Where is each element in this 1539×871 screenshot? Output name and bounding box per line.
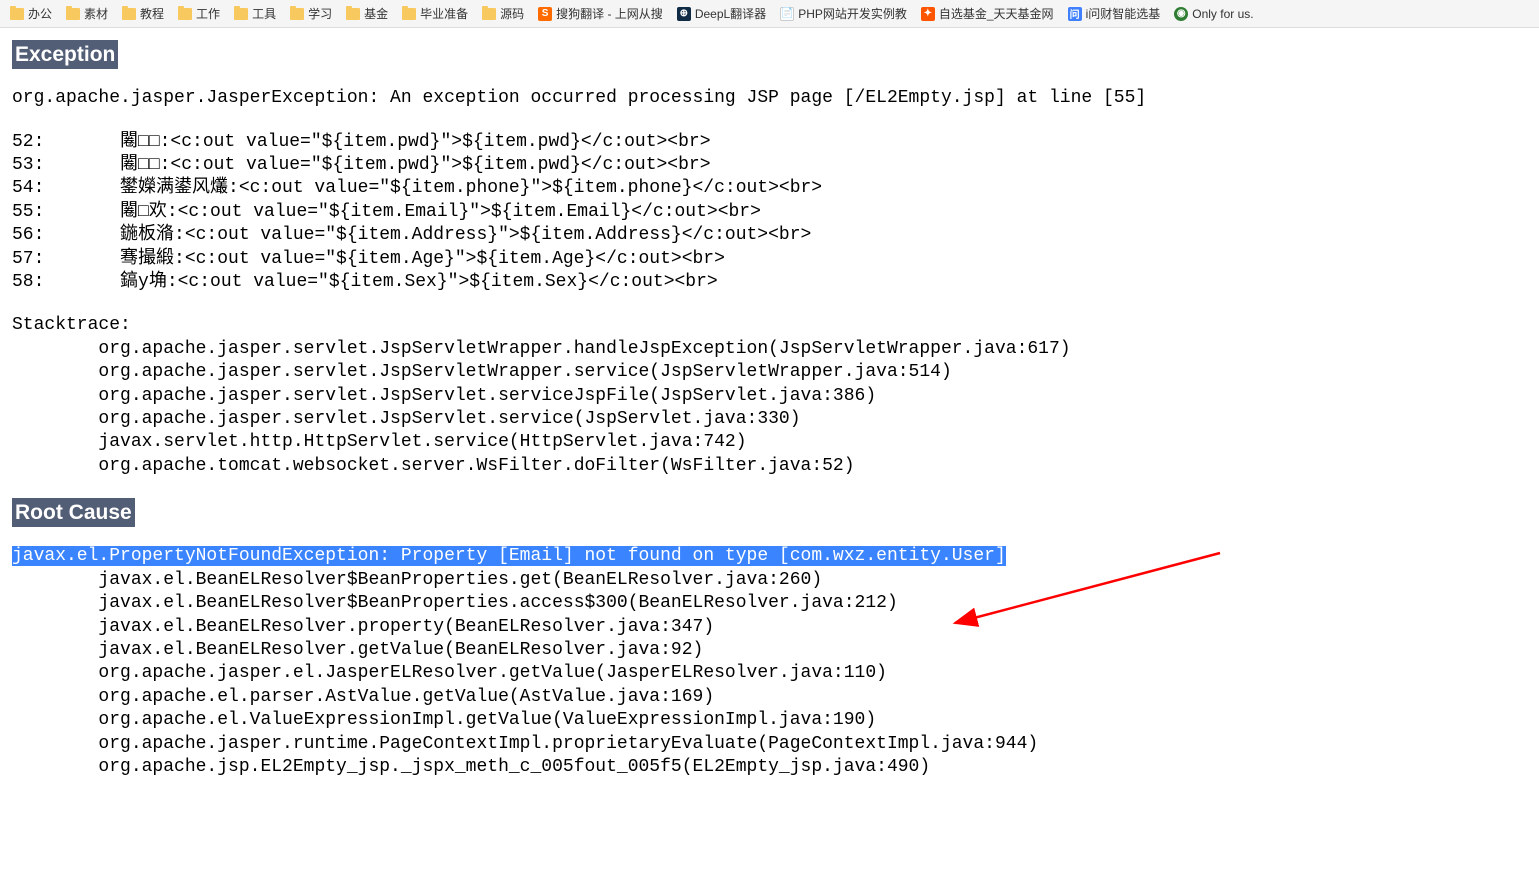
folder-icon [10, 8, 24, 20]
bookmark-label: 工作 [196, 5, 220, 22]
bookmark-site[interactable]: S 搜狗翻译 - 上网从搜 [532, 3, 669, 24]
bookmark-label: Only for us. [1192, 7, 1253, 21]
exception-header: Exception [12, 40, 118, 69]
bookmark-label: 基金 [364, 5, 388, 22]
root-cause-message-highlighted: javax.el.PropertyNotFoundException: Prop… [12, 546, 1006, 566]
bookmark-folder[interactable]: 工具 [228, 3, 282, 24]
root-cause-stacktrace: javax.el.BeanELResolver$BeanProperties.g… [12, 569, 1527, 780]
stacktrace-label: Stacktrace: [12, 314, 1527, 337]
bookmark-label: 源码 [500, 5, 524, 22]
bookmark-label: 搜狗翻译 - 上网从搜 [556, 5, 663, 22]
wealth-icon: 问 [1068, 7, 1082, 21]
bookmark-folder[interactable]: 教程 [116, 3, 170, 24]
bookmark-site[interactable]: ◉ Only for us. [1168, 5, 1259, 23]
folder-icon [402, 8, 416, 20]
folder-icon [234, 8, 248, 20]
globe-icon: ◉ [1174, 7, 1188, 21]
bookmark-label: 自选基金_天天基金网 [939, 5, 1054, 22]
folder-icon [290, 8, 304, 20]
bookmark-site[interactable]: ✦ 自选基金_天天基金网 [915, 3, 1060, 24]
bookmark-folder[interactable]: 工作 [172, 3, 226, 24]
jsp-code-snippet: 52: 闂□□:<c:out value="${item.pwd}">${ite… [12, 131, 1527, 295]
folder-icon [66, 8, 80, 20]
sogou-icon: S [538, 7, 552, 21]
exception-message: org.apache.jasper.JasperException: An ex… [12, 87, 1527, 110]
folder-icon [178, 8, 192, 20]
bookmark-label: 毕业准备 [420, 5, 468, 22]
deepl-icon: ⊕ [677, 7, 691, 21]
bookmark-label: 教程 [140, 5, 164, 22]
bookmark-folder[interactable]: 源码 [476, 3, 530, 24]
fund-icon: ✦ [921, 7, 935, 21]
bookmark-folder[interactable]: 基金 [340, 3, 394, 24]
error-page-content: Exception org.apache.jasper.JasperExcept… [0, 28, 1539, 811]
bookmark-label: DeepL翻译器 [695, 5, 766, 22]
folder-icon [346, 8, 360, 20]
bookmark-label: 素材 [84, 5, 108, 22]
bookmark-folder[interactable]: 毕业准备 [396, 3, 474, 24]
folder-icon [482, 8, 496, 20]
bookmark-folder[interactable]: 素材 [60, 3, 114, 24]
bookmark-site[interactable]: ⊕ DeepL翻译器 [671, 3, 772, 24]
bookmark-folder[interactable]: 学习 [284, 3, 338, 24]
folder-icon [122, 8, 136, 20]
bookmark-bar: 办公 素材 教程 工作 工具 学习 基金 毕业准备 源码 S 搜狗翻译 - 上网从… [0, 0, 1539, 28]
bookmark-site[interactable]: 📄 PHP网站开发实例教 [774, 3, 913, 24]
bookmark-folder[interactable]: 办公 [4, 3, 58, 24]
bookmark-label: 学习 [308, 5, 332, 22]
root-cause-header: Root Cause [12, 498, 135, 527]
bookmark-site[interactable]: 问 i问财智能选基 [1062, 3, 1167, 24]
bookmark-label: PHP网站开发实例教 [798, 5, 907, 22]
bookmark-label: 工具 [252, 5, 276, 22]
bookmark-label: i问财智能选基 [1086, 5, 1161, 22]
document-icon: 📄 [780, 7, 794, 21]
exception-stacktrace: org.apache.jasper.servlet.JspServletWrap… [12, 338, 1527, 478]
bookmark-label: 办公 [28, 5, 52, 22]
